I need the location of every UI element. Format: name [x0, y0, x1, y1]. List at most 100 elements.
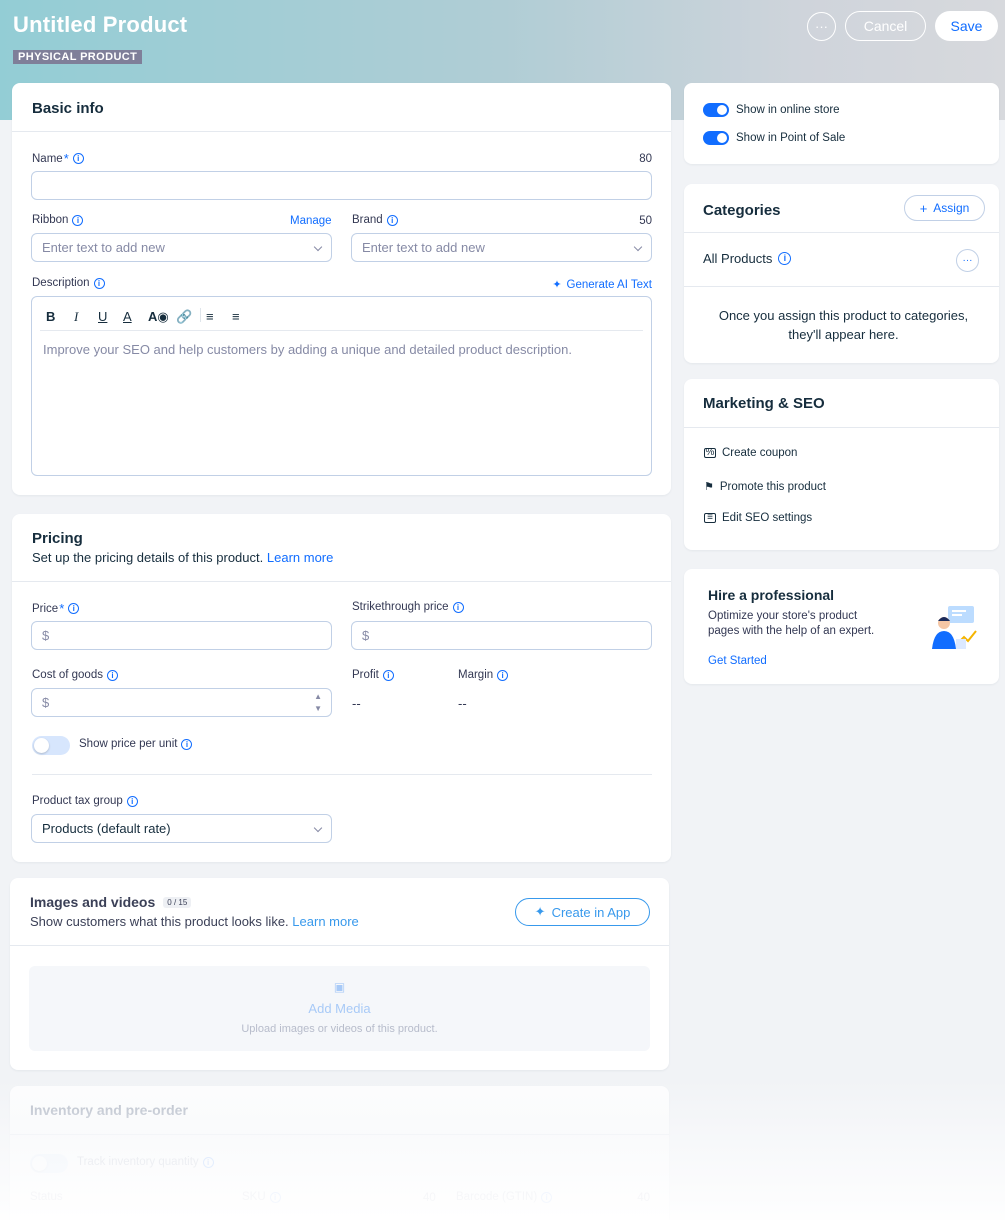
currency-prefix: $ [42, 695, 50, 710]
strikethrough-price-input[interactable]: $ [351, 621, 652, 650]
info-icon[interactable]: i [269, 1191, 281, 1203]
strikethrough-price-label: Strikethrough price i [352, 601, 464, 613]
bold-icon[interactable]: B [46, 309, 55, 324]
ribbon-label: Ribbon i [32, 214, 84, 226]
sku-char-counter: 40 [423, 1192, 436, 1204]
megaphone-icon: ⚑ [704, 481, 714, 493]
pos-toggle[interactable] [703, 131, 729, 145]
numbered-list-icon[interactable]: ≡ [206, 309, 214, 324]
underline-icon[interactable]: U [98, 309, 107, 324]
info-icon[interactable]: i [93, 277, 105, 289]
required-marker: * [59, 601, 65, 616]
create-in-app-button[interactable]: ✦ Create in App [515, 898, 650, 926]
more-actions-button[interactable]: ··· [807, 11, 836, 41]
bulleted-list-icon[interactable]: ≡ [232, 309, 240, 324]
info-icon[interactable]: i [126, 795, 138, 807]
divider [684, 232, 999, 233]
info-icon[interactable]: i [181, 738, 193, 750]
page-title: Untitled Product [13, 12, 188, 37]
marketing-card: Marketing & SEO % Create coupon ⚑ Promot… [684, 379, 999, 550]
media-count-badge: 0 / 15 [163, 896, 192, 908]
ribbon-select[interactable]: Enter text to add new [31, 233, 332, 262]
highlight-icon[interactable]: A◉ [148, 309, 169, 325]
pricing-title: Pricing [32, 530, 83, 547]
divider [12, 581, 671, 582]
text-color-icon[interactable]: A [123, 309, 132, 324]
info-icon[interactable]: i [386, 214, 398, 226]
brand-char-counter: 50 [639, 215, 652, 227]
tax-group-value: Products (default rate) [42, 821, 171, 836]
cancel-button[interactable]: Cancel [845, 11, 926, 41]
profit-value: -- [352, 696, 361, 711]
info-icon[interactable]: i [452, 601, 464, 613]
cost-of-goods-label: Cost of goods i [32, 669, 118, 681]
edit-seo-link[interactable]: ≡ Edit SEO settings [704, 512, 812, 524]
ribbon-placeholder: Enter text to add new [42, 240, 165, 255]
italic-icon[interactable]: I [74, 309, 78, 325]
category-more-button[interactable]: ··· [956, 249, 979, 272]
brand-placeholder: Enter text to add new [362, 240, 485, 255]
promote-product-link[interactable]: ⚑ Promote this product [704, 480, 826, 494]
chevron-down-icon [313, 823, 323, 833]
online-store-label: Show in online store [736, 104, 840, 116]
info-icon[interactable]: i [382, 669, 394, 681]
info-icon[interactable]: i [497, 669, 509, 681]
sparkle-icon: ✦ [534, 904, 546, 919]
media-title: Images and videos [30, 894, 156, 910]
info-icon[interactable]: i [68, 603, 80, 614]
divider [32, 774, 652, 775]
link-icon[interactable]: 🔗 [176, 309, 192, 325]
assign-category-button[interactable]: + Assign [904, 195, 985, 221]
basic-info-card: Basic info Name * i 80 Ribbon i Manage Ente… [12, 83, 671, 495]
get-started-link[interactable]: Get Started [708, 655, 767, 667]
coupon-icon: % [704, 447, 716, 458]
description-editor[interactable]: B I U A A◉ 🔗 ≡ ≡ Improve your SEO and he… [31, 296, 652, 476]
info-icon[interactable]: i [72, 153, 84, 164]
stepper-down-icon[interactable]: ▼ [314, 704, 322, 713]
media-learn-more-link[interactable]: Learn more [292, 914, 358, 929]
media-icon: ▣ [333, 980, 346, 994]
hire-professional-card: Hire a professional Optimize your store'… [684, 569, 999, 684]
create-coupon-link[interactable]: % Create coupon [704, 447, 797, 459]
price-per-unit-toggle[interactable] [32, 736, 70, 755]
divider [684, 427, 999, 428]
inventory-card: Inventory and pre-order Track inventory … [10, 1086, 669, 1220]
pricing-learn-more-link[interactable]: Learn more [267, 550, 333, 565]
professional-illustration [932, 606, 977, 649]
margin-label: Margin i [458, 669, 509, 681]
tax-group-select[interactable]: Products (default rate) [31, 814, 332, 843]
online-store-toggle[interactable] [703, 103, 729, 117]
toolbar-separator [200, 308, 201, 322]
description-label: Description i [32, 277, 105, 289]
price-input[interactable]: $ [31, 621, 332, 650]
name-char-counter: 80 [639, 153, 652, 165]
info-icon[interactable]: i [541, 1191, 553, 1203]
sku-label: SKU i [242, 1191, 281, 1203]
categories-empty-text: Once you assign this product to categori… [718, 308, 969, 342]
name-label: Name * i [32, 151, 84, 166]
info-icon[interactable]: i [778, 252, 792, 265]
tax-group-label: Product tax group i [32, 795, 138, 807]
add-media-dropzone[interactable]: ▣ Add Media Upload images or videos of t… [29, 966, 650, 1051]
name-input[interactable] [31, 171, 652, 200]
save-button[interactable]: Save [935, 11, 998, 41]
manage-ribbons-link[interactable]: Manage [290, 215, 332, 227]
pricing-card: Pricing Set up the pricing details of th… [12, 514, 671, 862]
info-icon[interactable]: i [106, 669, 118, 681]
cost-of-goods-input[interactable]: $ ▲ ▼ [31, 688, 332, 717]
add-media-label: Add Media [308, 1001, 371, 1016]
brand-select[interactable]: Enter text to add new [351, 233, 652, 262]
hire-title: Hire a professional [708, 587, 835, 603]
info-icon[interactable]: i [202, 1156, 214, 1168]
media-header: Images and videos 0 / 15 [30, 894, 192, 910]
generate-ai-text-button[interactable]: ✦ Generate AI Text [552, 278, 652, 292]
track-inventory-toggle[interactable] [30, 1154, 68, 1173]
margin-value: -- [458, 696, 467, 711]
header-actions: ··· Cancel Save [807, 11, 998, 41]
add-media-hint: Upload images or videos of this product. [241, 1023, 438, 1035]
chevron-down-icon [633, 242, 643, 252]
description-placeholder: Improve your SEO and help customers by a… [43, 342, 572, 357]
stepper-up-icon[interactable]: ▲ [314, 692, 322, 701]
info-icon[interactable]: i [72, 214, 84, 226]
media-subtitle: Show customers what this product looks l… [30, 914, 359, 929]
